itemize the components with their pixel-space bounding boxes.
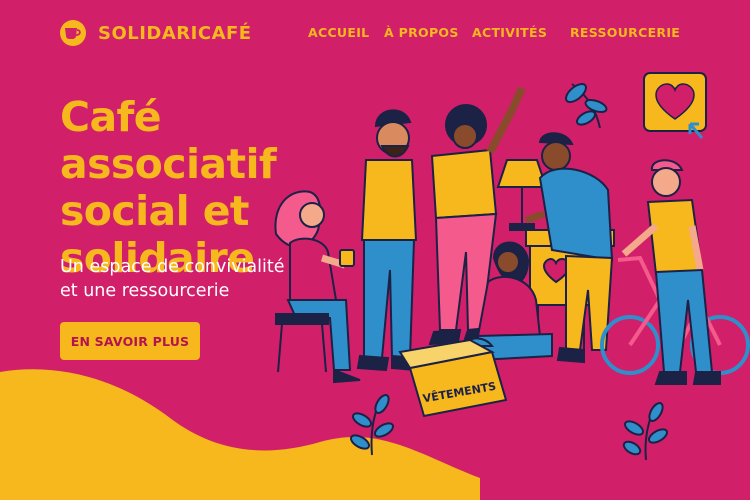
site-header: SOLIDARICAFÉ ACCUEIL À PROPOS ACTIVITÉS … [0,0,750,62]
nav-accueil[interactable]: ACCUEIL [308,25,369,40]
lamp-icon [496,159,548,231]
hero-subtitle-line-1: Un espace de convivialité [60,257,285,277]
learn-more-button[interactable]: EN SAVOIR PLUS [60,322,200,360]
person-bearded-man [356,109,420,372]
nav-ressourcerie[interactable]: RESSOURCERIE [570,25,680,40]
landing-page: VÊTEMENTS SOLIDARICAFÉ ACCUEIL À PROPOS … [0,0,750,500]
nav-a-propos[interactable]: À PROPOS [384,25,459,40]
bottom-wave-shape [0,369,480,500]
person-man-bike [621,159,721,385]
leaf-plant-right-icon [622,401,669,461]
main-nav: ACCUEIL À PROPOS ACTIVITÉS RESSOURCERIE [0,25,750,41]
leaf-plant-top-icon [565,83,608,129]
clothes-box-icon: VÊTEMENTS [398,338,508,418]
nav-activites[interactable]: ACTIVITÉS [472,25,547,40]
hero-subtitle-line-2: et une ressourcerie [60,281,230,301]
heart-sign-icon [643,72,707,139]
hero-subtitle: Un espace de convivialité et une ressour… [60,255,310,303]
hero-headline-line-2: social et [60,187,250,235]
hero-headline: Café associatif social et solidaire [60,94,360,282]
hero-headline-line-1: Café associatif [60,93,277,188]
